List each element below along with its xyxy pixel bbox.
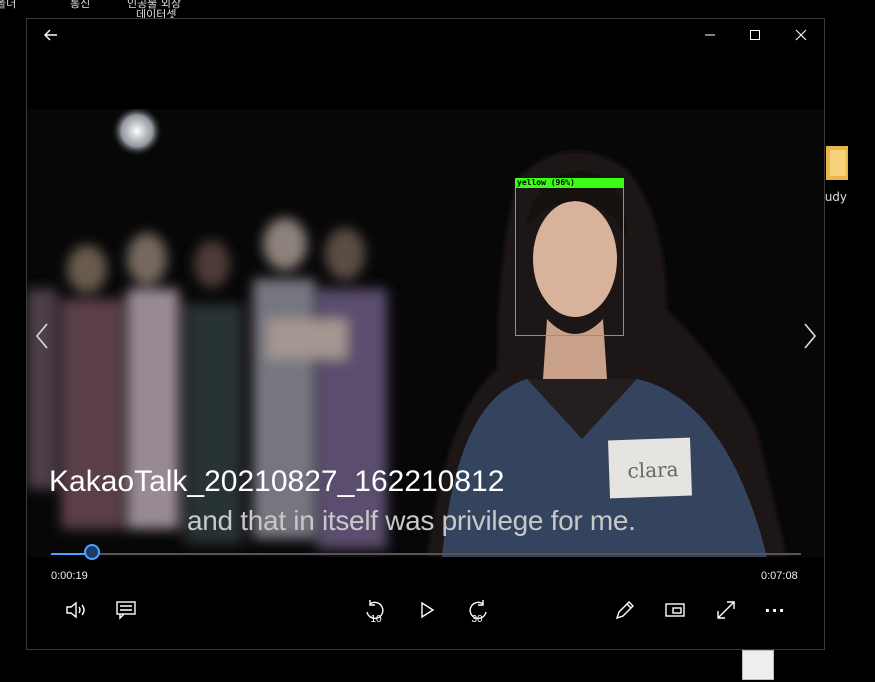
maximize-icon bbox=[750, 30, 760, 40]
seek-thumb[interactable] bbox=[84, 544, 101, 560]
skip-back-button[interactable]: 10 bbox=[361, 597, 391, 625]
maximize-button[interactable] bbox=[743, 25, 767, 45]
edit-button[interactable] bbox=[610, 597, 640, 623]
more-options-button[interactable]: ··· bbox=[760, 597, 790, 623]
minimize-icon bbox=[705, 34, 715, 36]
chevron-right-icon bbox=[804, 323, 817, 349]
arrow-left-icon bbox=[44, 29, 57, 41]
title-bar bbox=[27, 19, 824, 53]
fullscreen-icon bbox=[717, 601, 735, 619]
detection-label: yellow (96%) bbox=[515, 178, 624, 188]
minimize-button[interactable] bbox=[698, 25, 722, 45]
total-time: 0:07:08 bbox=[761, 570, 798, 582]
video-file-title: KakaoTalk_20210827_162210812 bbox=[49, 465, 505, 498]
seek-bar[interactable] bbox=[51, 544, 801, 560]
video-subtitle: and that in itself was privilege for me. bbox=[187, 505, 636, 536]
fullscreen-button[interactable] bbox=[711, 597, 741, 623]
subtitles-button[interactable] bbox=[111, 597, 141, 623]
desktop-icon-label[interactable]: 통신 bbox=[70, 0, 90, 11]
close-button[interactable] bbox=[789, 25, 813, 45]
picture-in-picture-icon bbox=[665, 603, 685, 617]
desktop-icon[interactable] bbox=[742, 650, 774, 680]
detection-bounding-box: yellow (96%) bbox=[515, 178, 624, 336]
close-icon bbox=[795, 29, 807, 41]
skip-forward-seconds: 30 bbox=[471, 614, 483, 625]
pencil-icon bbox=[615, 601, 634, 620]
video-frame[interactable]: yellow (96%) clara KakaoTalk_20210827_16… bbox=[27, 109, 824, 557]
next-arrow-button[interactable] bbox=[799, 321, 819, 351]
desktop-top-strip: 폴더 통신 인공물 외장 데이터셋 bbox=[0, 0, 875, 21]
volume-icon bbox=[66, 601, 85, 619]
play-icon bbox=[421, 601, 435, 619]
subtitles-icon bbox=[116, 601, 136, 620]
previous-arrow-button[interactable] bbox=[33, 321, 53, 351]
desktop-icon-label[interactable]: 폴더 bbox=[0, 0, 16, 11]
current-time: 0:00:19 bbox=[51, 570, 88, 582]
name-tag-text: clara bbox=[627, 457, 679, 483]
volume-button[interactable] bbox=[61, 597, 91, 623]
chevron-left-icon bbox=[35, 323, 48, 349]
skip-forward-button[interactable]: 30 bbox=[462, 597, 492, 625]
skip-back-seconds: 10 bbox=[370, 614, 382, 625]
folder-icon[interactable] bbox=[824, 142, 848, 182]
mini-view-button[interactable] bbox=[660, 597, 690, 623]
media-player-window: yellow (96%) clara KakaoTalk_20210827_16… bbox=[26, 18, 825, 650]
back-button[interactable] bbox=[39, 25, 63, 45]
play-button[interactable] bbox=[412, 597, 442, 623]
